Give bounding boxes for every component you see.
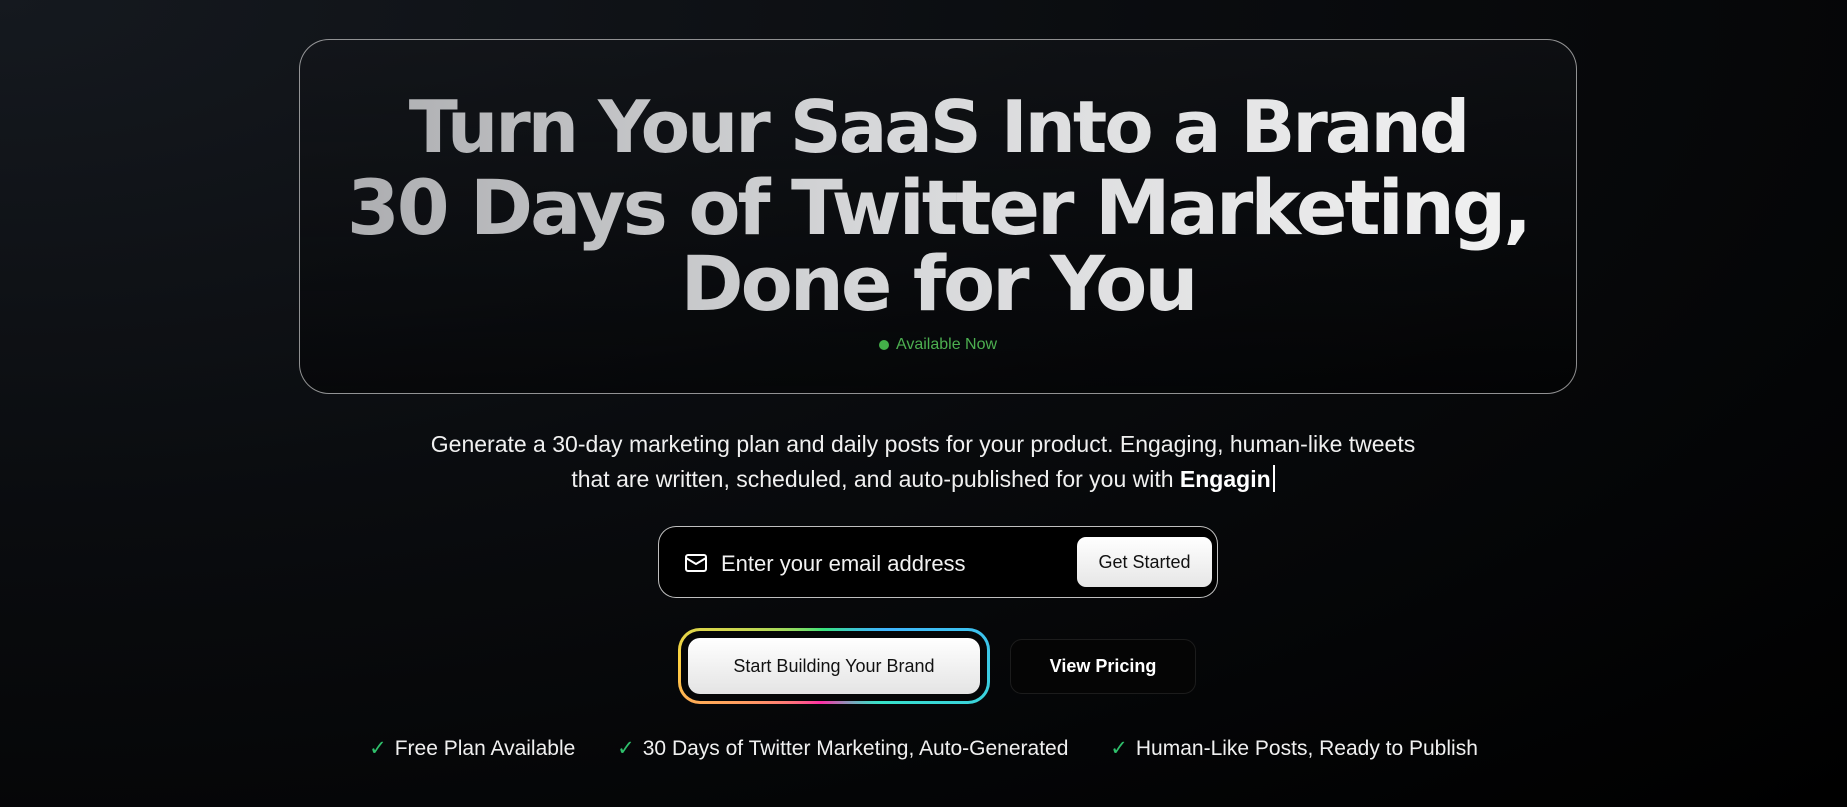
status-text: Available Now (895, 336, 998, 353)
check-icon: ✓ (1110, 737, 1128, 760)
email-signup-form: Get Started (658, 526, 1218, 598)
status-dot-icon (878, 340, 889, 350)
feature-label: Human-Like Posts, Ready to Publish (1135, 737, 1478, 760)
feature-list: ✓ Free Plan Available ✓ 30 Days of Twitter… (0, 736, 1847, 761)
check-icon: ✓ (617, 737, 635, 760)
typing-caret (1272, 465, 1275, 492)
feature-item: ✓ Free Plan Available (369, 736, 575, 761)
feature-item: ✓ 30 Days of Twitter Marketing, Auto-Gene… (617, 736, 1068, 761)
start-building-button-frame: Start Building Your Brand (681, 631, 987, 701)
start-building-button-glow: Start Building Your Brand (678, 628, 990, 704)
mail-icon (685, 554, 707, 572)
availability-status: Available Now (300, 336, 1576, 354)
view-pricing-button[interactable]: View Pricing (1010, 639, 1196, 694)
start-building-button[interactable]: Start Building Your Brand (688, 638, 980, 694)
headline-line-1: Turn Your SaaS Into a Brand (300, 84, 1576, 170)
brand-name: Engagin (1179, 466, 1271, 492)
feature-label: 30 Days of Twitter Marketing, Auto-Gener… (642, 737, 1069, 760)
feature-label: Free Plan Available (394, 737, 576, 760)
feature-item: ✓ Human-Like Posts, Ready to Publish (1110, 736, 1478, 761)
check-icon: ✓ (369, 737, 387, 760)
hero-subtitle: Generate a 30-day marketing plan and dai… (420, 427, 1426, 497)
headline-line-3: Done for You (300, 241, 1576, 327)
email-input[interactable] (719, 544, 1063, 584)
hero-card: Turn Your SaaS Into a Brand 30 Days of T… (299, 39, 1577, 394)
get-started-button[interactable]: Get Started (1077, 537, 1212, 587)
landing-page: Turn Your SaaS Into a Brand 30 Days of T… (0, 0, 1847, 807)
